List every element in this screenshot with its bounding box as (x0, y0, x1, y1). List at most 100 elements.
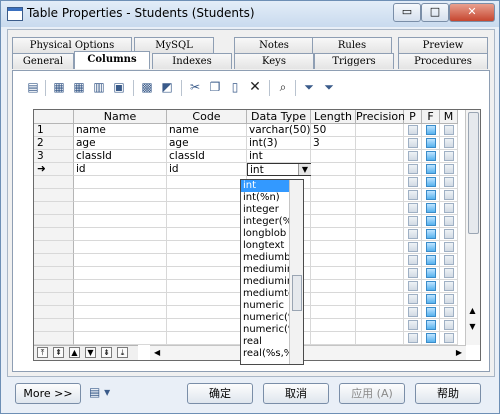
mandatory-checkbox[interactable] (444, 268, 454, 278)
grid-horizontal-scrollbar[interactable]: ◀ ▶ (150, 345, 466, 360)
cell-length[interactable] (311, 176, 356, 189)
row-header[interactable] (34, 189, 74, 202)
print-menu-icon[interactable]: ▤ ▾ (89, 385, 119, 401)
data-type-option[interactable]: numeric(% (241, 324, 289, 336)
more-button[interactable]: More >> (15, 383, 81, 404)
primary-key-checkbox[interactable] (408, 307, 418, 317)
primary-key-checkbox[interactable] (408, 255, 418, 265)
tab-triggers[interactable]: Triggers (314, 53, 394, 69)
cell-length[interactable] (311, 150, 356, 163)
grid-vscroll-thumb[interactable] (468, 112, 479, 234)
foreign-key-checkbox[interactable] (426, 125, 436, 135)
cell-data-type[interactable]: int (247, 150, 311, 163)
foreign-key-checkbox[interactable] (426, 216, 436, 226)
primary-key-checkbox[interactable] (408, 294, 418, 304)
scroll-down-icon[interactable]: ▼ (468, 322, 477, 331)
cell-name[interactable] (74, 254, 167, 267)
data-type-option[interactable]: real(%s,%p (241, 348, 289, 360)
primary-key-checkbox[interactable] (408, 216, 418, 226)
row-header[interactable] (34, 202, 74, 215)
move-up-icon[interactable]: ▲ (69, 347, 80, 358)
cell-length[interactable]: 50 (311, 124, 356, 137)
add-row-icon[interactable]: ▦ (71, 79, 87, 95)
cell-length[interactable] (311, 280, 356, 293)
cell-precision[interactable] (356, 163, 404, 176)
row-header[interactable] (34, 332, 74, 345)
cell-name[interactable] (74, 189, 167, 202)
cell-length[interactable]: 3 (311, 137, 356, 150)
tab-indexes[interactable]: Indexes (152, 53, 232, 69)
primary-key-checkbox[interactable] (408, 281, 418, 291)
cell-length[interactable] (311, 332, 356, 345)
data-type-option[interactable]: integer(%n (241, 216, 289, 228)
tab-preview[interactable]: Preview (398, 37, 488, 53)
cell-precision[interactable] (356, 176, 404, 189)
cell-code[interactable] (167, 228, 247, 241)
cell-length[interactable] (311, 189, 356, 202)
cell-precision[interactable] (356, 306, 404, 319)
primary-key-checkbox[interactable] (408, 268, 418, 278)
reuse-icon[interactable]: ◩ (159, 79, 175, 95)
foreign-key-checkbox[interactable] (426, 268, 436, 278)
cell-length[interactable] (311, 319, 356, 332)
primary-key-checkbox[interactable] (408, 320, 418, 330)
cell-name[interactable] (74, 306, 167, 319)
cell-name[interactable] (74, 241, 167, 254)
foreign-key-checkbox[interactable] (426, 294, 436, 304)
cell-code[interactable] (167, 189, 247, 202)
mandatory-checkbox[interactable] (444, 177, 454, 187)
header-precision[interactable]: Precision (356, 110, 405, 124)
move-down-icon[interactable]: ▼ (85, 347, 96, 358)
cell-precision[interactable] (356, 293, 404, 306)
mandatory-checkbox[interactable] (444, 229, 454, 239)
primary-key-checkbox[interactable] (408, 242, 418, 252)
primary-key-checkbox[interactable] (408, 125, 418, 135)
clear-filter-icon[interactable]: ⏷ (321, 79, 337, 95)
cell-name[interactable] (74, 332, 167, 345)
cell-precision[interactable] (356, 280, 404, 293)
row-header[interactable]: 2 (34, 137, 74, 150)
foreign-key-checkbox[interactable] (426, 164, 436, 174)
scroll-right-icon[interactable]: ▶ (456, 348, 462, 357)
foreign-key-checkbox[interactable] (426, 177, 436, 187)
row-header[interactable] (34, 319, 74, 332)
cell-precision[interactable] (356, 189, 404, 202)
cell-length[interactable] (311, 254, 356, 267)
cell-code[interactable]: name (167, 124, 247, 137)
cell-name[interactable] (74, 215, 167, 228)
mandatory-checkbox[interactable] (444, 216, 454, 226)
cell-length[interactable] (311, 267, 356, 280)
cell-code[interactable] (167, 254, 247, 267)
data-type-option[interactable]: mediumblo (241, 252, 289, 264)
data-type-dropdown[interactable]: intint(%n)integerinteger(%nlongbloblongt… (240, 179, 304, 365)
tab-general[interactable]: General (12, 53, 74, 69)
cell-data-type[interactable]: int(3) (247, 137, 311, 150)
mandatory-checkbox[interactable] (444, 138, 454, 148)
maximize-button[interactable]: □ (421, 3, 449, 22)
primary-key-checkbox[interactable] (408, 138, 418, 148)
header-data-type[interactable]: Data Type (247, 110, 311, 124)
data-type-option[interactable]: longtext (241, 240, 289, 252)
tab-columns[interactable]: Columns (74, 51, 150, 69)
scroll-up-icon[interactable]: ▲ (468, 306, 477, 315)
cell-name[interactable] (74, 267, 167, 280)
mandatory-checkbox[interactable] (444, 320, 454, 330)
properties-icon[interactable]: ▤ (25, 79, 41, 95)
cut-icon[interactable]: ✂ (187, 79, 203, 95)
cell-length[interactable] (311, 215, 356, 228)
paste-icon[interactable]: ▯ (227, 79, 243, 95)
copy-icon[interactable]: ❐ (207, 79, 223, 95)
row-header[interactable] (34, 176, 74, 189)
data-type-option[interactable]: int (241, 180, 289, 192)
grid-vertical-scrollbar[interactable]: ▲ ▼ (465, 110, 480, 345)
add-rows-icon[interactable]: ▥ (91, 79, 107, 95)
primary-key-checkbox[interactable] (408, 151, 418, 161)
cancel-button[interactable]: 取消 (263, 383, 329, 404)
cell-name[interactable] (74, 228, 167, 241)
data-type-option[interactable]: integer (241, 204, 289, 216)
header-f[interactable]: F (422, 110, 440, 124)
cell-precision[interactable] (356, 215, 404, 228)
mandatory-checkbox[interactable] (444, 151, 454, 161)
tab-notes[interactable]: Notes (234, 37, 314, 53)
foreign-key-checkbox[interactable] (426, 255, 436, 265)
